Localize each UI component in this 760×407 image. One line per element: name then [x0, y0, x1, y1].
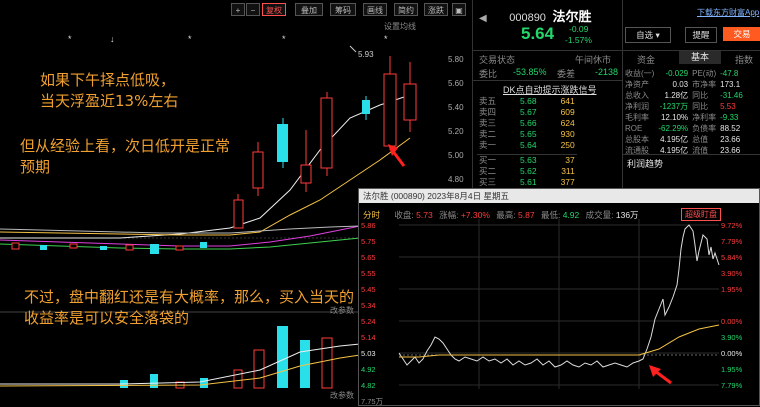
weibi-value: -53.85%: [513, 67, 547, 77]
chevron-down-icon: ▾: [655, 30, 660, 40]
intraday-chart: [398, 219, 720, 389]
info-panel: 下载东方财富App 自选 ▾ 提醒 交易 资金 基本 指数 收益(一) -0.02…: [622, 0, 760, 188]
quote-panel: ◀ 000890 法尔胜 5.64 -0.09 -1.57% 交易状态 午间休市…: [472, 0, 623, 188]
zixuan-button[interactable]: 自选 ▾: [625, 27, 671, 43]
bid-row-1: 买一 5.63 37: [479, 155, 575, 165]
annotation-3: 不过，盘中翻红还是有大概率，那么，买入当天的 收益率是可以安全落袋的: [24, 288, 355, 327]
annotation-2: 但从经验上看，次日低开是正常 预期: [20, 137, 231, 176]
tab-fund[interactable]: 资金: [637, 53, 655, 66]
weibi-label: 委比: [479, 69, 498, 79]
bid-row-2: 买二 5.62 311: [479, 166, 575, 176]
fund-row: 总股本 4.195亿 总值 23.66: [625, 135, 741, 144]
remind-button[interactable]: 提醒: [685, 27, 717, 43]
price-pct: -1.57%: [565, 35, 592, 45]
trade-button[interactable]: 交易: [723, 27, 760, 41]
bid-row-3: 买三 5.61 377: [479, 177, 575, 187]
download-app-link[interactable]: 下载东方财富App: [697, 7, 759, 18]
stock-name: 法尔胜: [552, 9, 592, 24]
fund-row: 总收入 1.28亿 同比 -31.46: [625, 91, 743, 100]
status-value: 午间休市: [575, 55, 612, 65]
fund-row: 毛利率 12.10% 净利率 -9.33: [625, 113, 739, 122]
ma-line-white2: [0, 225, 361, 234]
ask-row-4: 卖四 5.67 609: [479, 107, 575, 117]
svg-text:*: *: [188, 34, 192, 44]
prev-stock-icon[interactable]: ◀: [479, 13, 487, 24]
weicha-label: 委差: [557, 69, 576, 79]
intraday-window: 法尔胜 (000890) 2023年8月4日 星期五 分时 收盘: 5.73 涨…: [358, 188, 760, 406]
volume-param-label-2[interactable]: 改参数: [330, 390, 354, 401]
dk-signal-link[interactable]: DK点自动提示涨跌信号: [503, 83, 597, 96]
fund-row: 净资产 0.03 市净率 173.1: [625, 80, 741, 89]
high-price-marker: 5.93: [358, 50, 374, 59]
intraday-arrow: [654, 369, 672, 385]
ask-row-2: 卖二 5.65 930: [479, 129, 575, 139]
order-book: 卖五 5.68 641 卖四 5.67 609 卖三 5.66 624 卖二 5.65 930 …: [477, 96, 577, 188]
ask-row-1: 卖一 5.64 250: [479, 140, 575, 150]
price-change: -0.09: [569, 24, 589, 34]
fund-row: 收益(一) -0.029 PE(动) -47.8: [625, 69, 739, 78]
fundamentals-table: 收益(一) -0.029 PE(动) -47.8 净资产 0.03 市净率 173.1 总收…: [623, 68, 745, 156]
stock-code: 000890: [509, 12, 546, 24]
svg-text:*: *: [384, 34, 388, 44]
profit-trend-label: 利润趋势: [627, 159, 664, 169]
status-label: 交易状态: [479, 55, 516, 65]
svg-text:*: *: [282, 34, 286, 44]
fund-row: ROE -62.29% 负债率 88.52: [625, 124, 741, 133]
weicha-value: -2138: [595, 67, 619, 77]
current-price: 5.64: [521, 24, 555, 43]
svg-text:*: *: [68, 34, 72, 44]
fund-row: 净利润 -1237万 同比 5.53: [625, 102, 736, 111]
svg-text:↓: ↓: [110, 34, 115, 44]
annotation-1: 如果下午择点低吸， 当天浮盈近13%左右: [40, 71, 179, 110]
ask-row-5: 卖五 5.68 641: [479, 96, 575, 106]
tab-index[interactable]: 指数: [735, 53, 753, 66]
quote-header: ◀ 000890 法尔胜: [479, 6, 591, 25]
ask-row-3: 卖三 5.66 624: [479, 118, 575, 128]
tab-basic[interactable]: 基本: [679, 51, 721, 64]
